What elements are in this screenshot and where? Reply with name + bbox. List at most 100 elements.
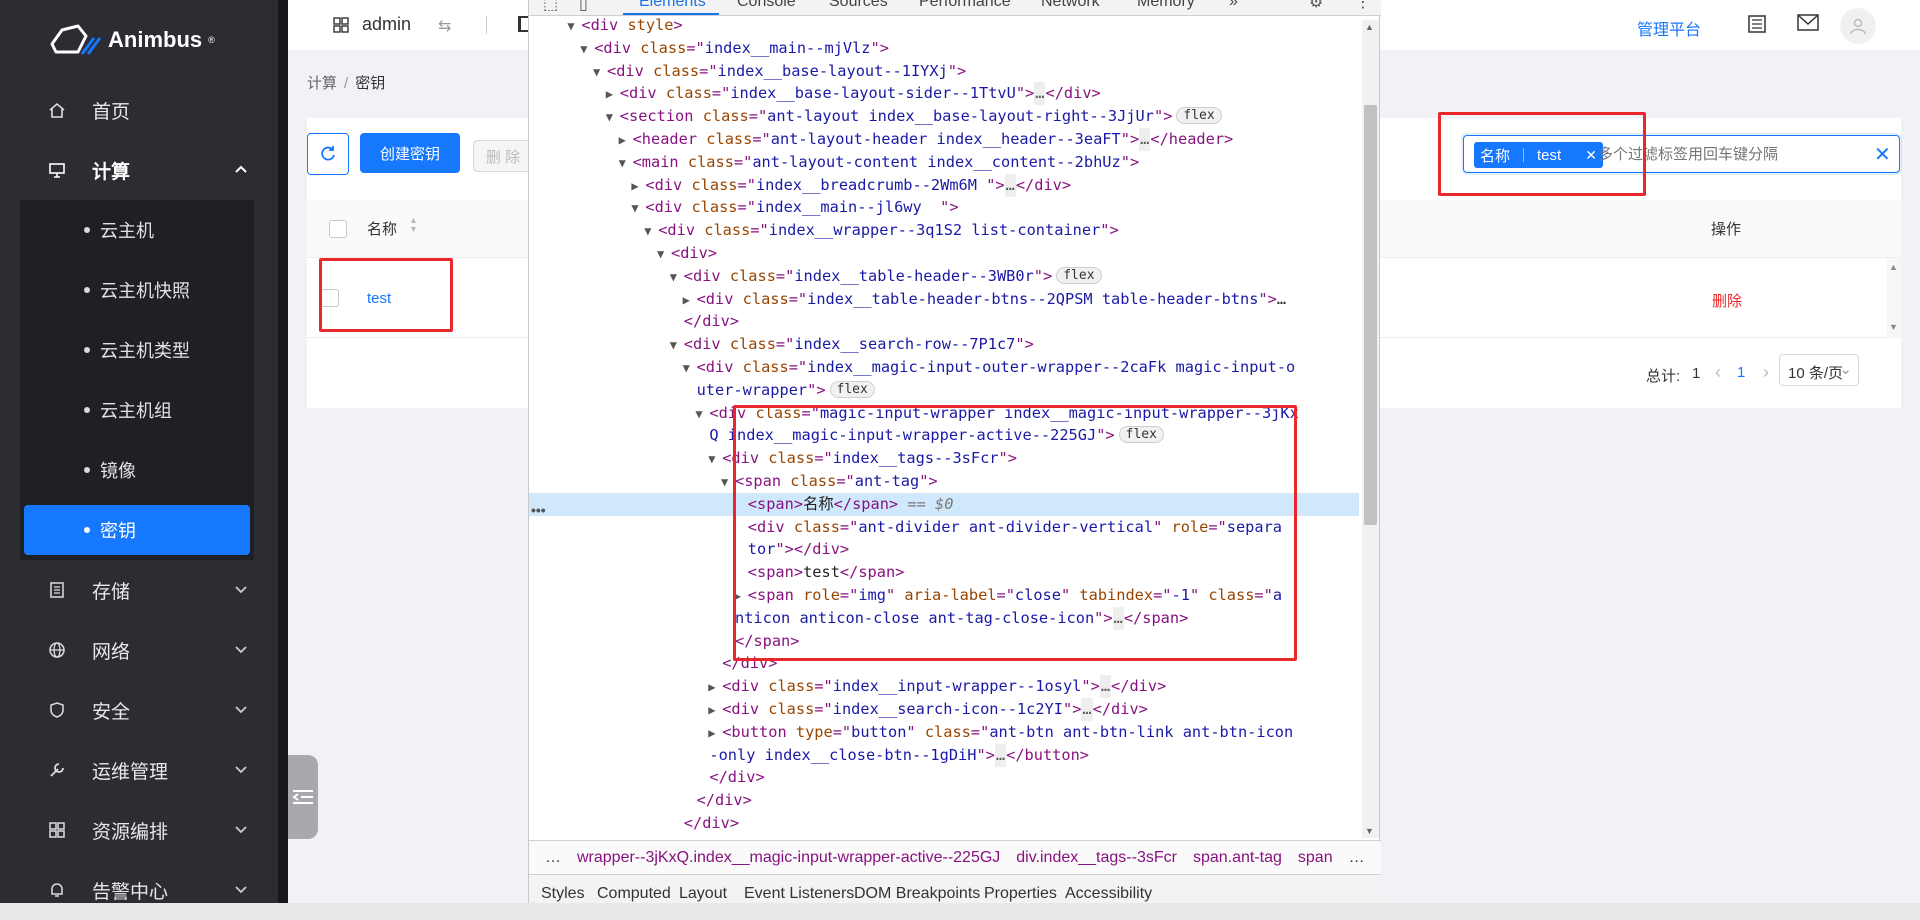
- clear-close-icon[interactable]: ✕: [1874, 142, 1891, 167]
- logo[interactable]: Animbus ®: [48, 22, 215, 58]
- dom-node-line[interactable]: ▼ <div class="index__search-row--7P1c7">: [529, 333, 1359, 356]
- dom-node-line[interactable]: ▼ <div style>: [529, 14, 1359, 37]
- dom-node-line[interactable]: ▶ <div class="index__input-wrapper--1osyl…: [529, 675, 1359, 699]
- subpanel-tab[interactable]: Event Listeners: [744, 885, 854, 903]
- more-actions-icon[interactable]: •••: [531, 502, 546, 518]
- dom-breadcrumb-item[interactable]: span: [1298, 849, 1333, 867]
- nav-operations[interactable]: 运维管理: [0, 740, 288, 800]
- subpanel-tab[interactable]: Styles: [541, 885, 585, 903]
- dom-breadcrumb-item[interactable]: …: [545, 849, 561, 867]
- collapsed-triangle-icon[interactable]: ▶: [631, 175, 645, 198]
- tab-console[interactable]: Console: [737, 0, 796, 11]
- expand-triangle-icon[interactable]: ▼: [695, 403, 709, 426]
- avatar[interactable]: [1840, 8, 1876, 44]
- expand-triangle-icon[interactable]: ▼: [580, 38, 594, 61]
- admin-platform-link[interactable]: 管理平台: [1637, 16, 1701, 40]
- delete-button[interactable]: 删 除: [473, 140, 533, 172]
- device-toggle-icon[interactable]: ▯: [579, 0, 588, 14]
- collapsed-triangle-icon[interactable]: ▶: [708, 699, 722, 722]
- switch-icon[interactable]: ⇆: [438, 16, 451, 36]
- scroll-down-icon[interactable]: ▼: [1365, 826, 1374, 836]
- nav-network[interactable]: 网络: [0, 620, 288, 680]
- prev-page-icon[interactable]: ‹: [1715, 362, 1721, 383]
- tab-elements[interactable]: Elements: [639, 0, 706, 11]
- scroll-down-icon[interactable]: ▼: [1889, 322, 1898, 332]
- dom-breadcrumb-item[interactable]: span.ant-tag: [1193, 849, 1282, 867]
- tab-more[interactable]: »: [1229, 0, 1238, 11]
- subpanel-tab[interactable]: Computed: [597, 885, 671, 903]
- sidebar-item-images[interactable]: 镜像: [24, 445, 250, 495]
- dom-node-line[interactable]: </div>: [529, 310, 1359, 333]
- tab-network[interactable]: Network: [1041, 0, 1100, 11]
- page-number[interactable]: 1: [1737, 364, 1745, 381]
- expand-triangle-icon[interactable]: ▼: [670, 334, 684, 357]
- scroll-up-icon[interactable]: ▲: [1365, 22, 1374, 32]
- scroll-up-icon[interactable]: ▲: [1889, 262, 1898, 272]
- dom-node-line[interactable]: ▼ <div>: [529, 242, 1359, 265]
- devtools-scrollbar[interactable]: [1362, 20, 1379, 838]
- column-name[interactable]: 名称: [367, 218, 397, 239]
- expand-triangle-icon[interactable]: ▼: [631, 197, 645, 220]
- nav-home[interactable]: 首页: [0, 80, 288, 140]
- expand-triangle-icon[interactable]: ▼: [593, 61, 607, 84]
- expand-triangle-icon[interactable]: ▼: [683, 357, 697, 380]
- tab-performance[interactable]: Performance: [919, 0, 1011, 11]
- nav-alerts[interactable]: 告警中心: [0, 860, 288, 920]
- dom-node-line[interactable]: ▼ <div class="index__main--jl6wy ">: [529, 196, 1359, 219]
- settings-gear-icon[interactable]: ⚙: [1309, 0, 1323, 12]
- sidebar-item-server-groups[interactable]: 云主机组: [24, 385, 250, 435]
- expand-triangle-icon[interactable]: ▼: [708, 448, 722, 471]
- next-page-icon[interactable]: ›: [1763, 362, 1769, 383]
- sort-icon[interactable]: ▲ ▼: [409, 216, 418, 234]
- dom-node-line[interactable]: </div>: [529, 789, 1359, 812]
- refresh-button[interactable]: [307, 133, 349, 175]
- collapsed-triangle-icon[interactable]: ▶: [708, 722, 722, 745]
- expand-triangle-icon[interactable]: ▼: [606, 106, 620, 129]
- mail-icon[interactable]: [1797, 14, 1819, 37]
- dom-node-line[interactable]: ▼ <div class="index__magic-input-outer-wr…: [529, 356, 1359, 379]
- select-all-checkbox[interactable]: [329, 220, 347, 238]
- tab-sources[interactable]: Sources: [829, 0, 888, 11]
- collapsed-triangle-icon[interactable]: ▶: [619, 129, 633, 152]
- collapsed-triangle-icon[interactable]: ▶: [606, 83, 620, 106]
- dom-node-line[interactable]: uter-wrapper"> flex: [529, 379, 1359, 402]
- dom-node-line[interactable]: ▶ <div class="index__search-icon--1c2YI">…: [529, 698, 1359, 721]
- dom-node-line[interactable]: </div>: [529, 812, 1359, 835]
- page-size-select[interactable]: 10 条/页 ⌄: [1779, 354, 1859, 386]
- dom-node-line[interactable]: </div>: [529, 766, 1359, 789]
- nav-security[interactable]: 安全: [0, 680, 288, 740]
- expand-triangle-icon[interactable]: ▼: [644, 220, 658, 243]
- dom-node-line[interactable]: ▶ <div class="index__base-layout-sider--1…: [529, 82, 1359, 106]
- dom-node-line[interactable]: ▶ <header class="ant-layout-header index_…: [529, 128, 1359, 151]
- project-name[interactable]: admin: [362, 14, 411, 35]
- apps-icon[interactable]: [333, 17, 349, 38]
- nav-orchestration[interactable]: 资源编排: [0, 800, 288, 860]
- dom-node-line[interactable]: ▼ <section class="ant-layout index__base-…: [529, 105, 1359, 128]
- dom-node-line[interactable]: ▶ <div class="index__table-header-btns--2…: [529, 288, 1359, 311]
- create-keypair-button[interactable]: 创建密钥: [360, 133, 460, 173]
- dom-node-line[interactable]: ▼ <div class="index__table-header--3WB0r"…: [529, 265, 1359, 288]
- dom-breadcrumb-item[interactable]: div.index__tags--3sFcr: [1016, 849, 1177, 867]
- nav-compute[interactable]: 计算: [0, 140, 288, 200]
- breadcrumb-parent[interactable]: 计算: [307, 75, 337, 92]
- dom-node-line[interactable]: ▶ <button type="button" class="ant-btn an…: [529, 721, 1359, 744]
- list-icon[interactable]: [1747, 14, 1767, 39]
- expand-triangle-icon[interactable]: ▼: [670, 266, 684, 289]
- more-vertical-icon[interactable]: ⋮: [1355, 0, 1371, 12]
- sidebar-item-flavors[interactable]: 云主机类型: [24, 325, 250, 375]
- sidebar-item-keypairs[interactable]: 密钥: [24, 505, 250, 555]
- row-delete-link[interactable]: 删除: [1712, 290, 1742, 311]
- inspect-icon[interactable]: ⬚: [543, 0, 558, 14]
- dom-breadcrumb-item[interactable]: …: [1349, 849, 1365, 867]
- subpanel-tab[interactable]: DOM Breakpoints: [854, 885, 980, 903]
- expand-triangle-icon[interactable]: ▼: [657, 243, 671, 266]
- dom-node-line[interactable]: ▼ <div class="index__main--mjVlz">: [529, 37, 1359, 60]
- expand-triangle-icon[interactable]: ▼: [567, 15, 581, 38]
- nav-storage[interactable]: 存储: [0, 560, 288, 620]
- dom-node-line[interactable]: ▼ <main class="ant-layout-content index__…: [529, 151, 1359, 174]
- subpanel-tab[interactable]: Properties: [984, 885, 1057, 903]
- scroll-thumb[interactable]: [1364, 105, 1377, 525]
- dom-node-line[interactable]: ▼ <div class="index__base-layout--1IYXj">: [529, 60, 1359, 83]
- sidebar-item-instances[interactable]: 云主机: [24, 205, 250, 255]
- dom-node-line[interactable]: ▶ <div class="index__breadcrumb--2Wm6M ">…: [529, 173, 1359, 198]
